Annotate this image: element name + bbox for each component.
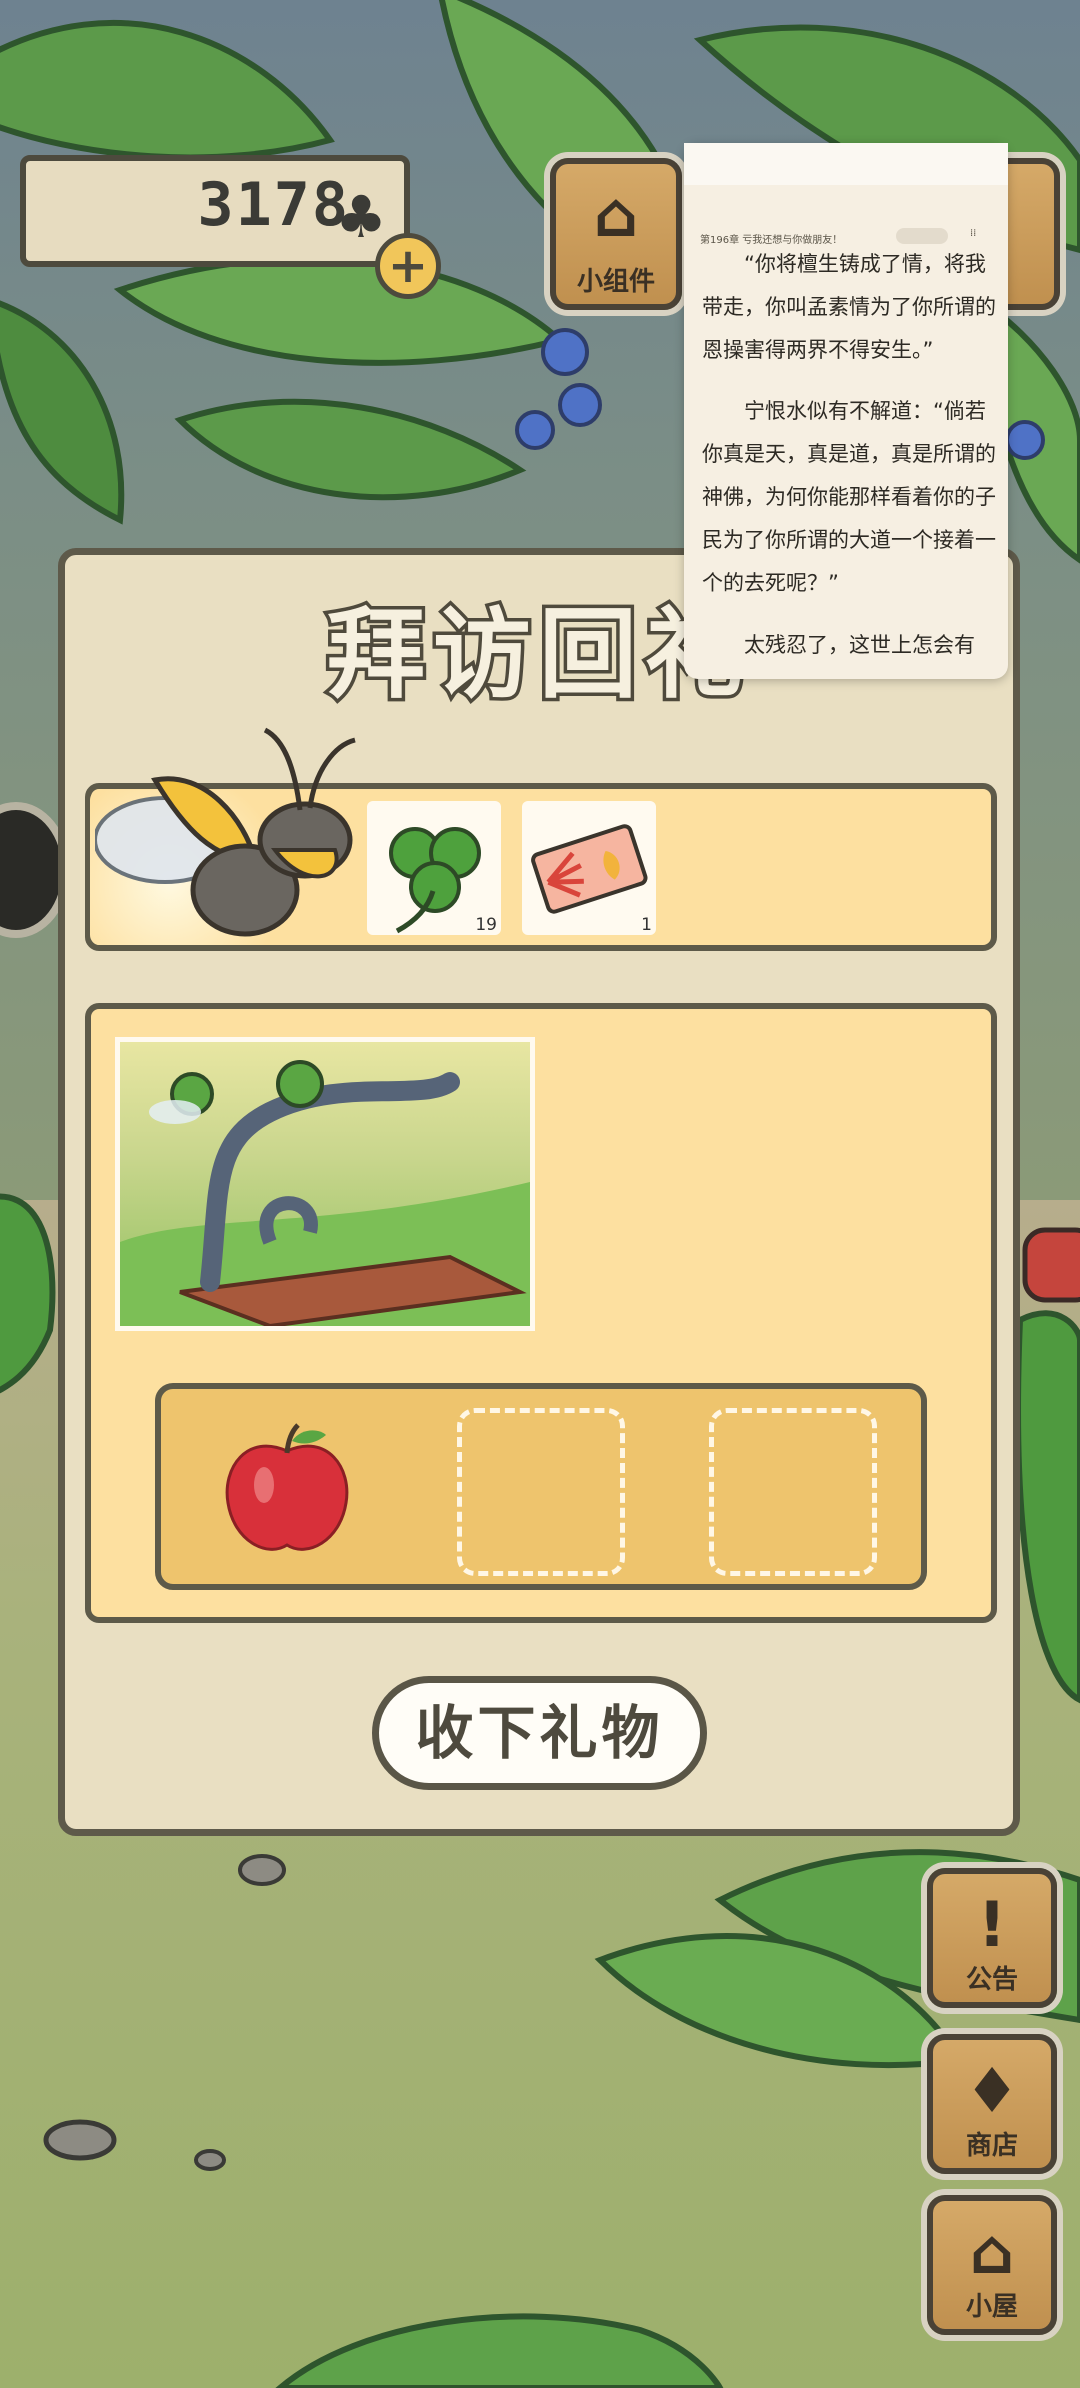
- ticket-item-icon: [531, 824, 648, 914]
- clover-icon: ♣: [335, 183, 387, 251]
- widget-button-label: 小组件: [576, 267, 655, 297]
- reader-coin-pill[interactable]: [896, 228, 948, 244]
- notice-button[interactable]: ! 公告: [927, 1868, 1057, 2008]
- reader-paragraph-2: 宁恨水似有不解道：“倘若你真是天，真是道，真是所谓的神佛，为何你能那样看着你的子…: [702, 399, 996, 595]
- travel-photo[interactable]: [115, 1037, 535, 1331]
- firefly-visitor-icon: [95, 727, 356, 937]
- reader-more-icon[interactable]: ⁞⁞: [970, 228, 976, 239]
- house-label: 小屋: [965, 2292, 1018, 2322]
- visitor-item-ticket: 1: [522, 801, 656, 935]
- exclamation-icon: !: [977, 1888, 1007, 1961]
- add-clover-button[interactable]: +: [375, 233, 441, 299]
- house-button[interactable]: ⌂ 小屋: [927, 2195, 1057, 2335]
- widget-button[interactable]: ⌂ 小组件: [550, 158, 682, 310]
- notice-label: 公告: [965, 1965, 1018, 1995]
- clover-item-count: 19: [475, 915, 497, 935]
- shop-bag-icon: ♦: [964, 2054, 1020, 2127]
- clover-count-value: 3178: [197, 170, 350, 240]
- empty-gift-slot-2[interactable]: [709, 1408, 877, 1576]
- photo-scene-image: [120, 1060, 530, 1326]
- widget-icon: ⌂: [593, 178, 639, 251]
- reader-top-bar: [684, 143, 1008, 185]
- ticket-item-count: 1: [641, 915, 652, 935]
- apple-icon[interactable]: [222, 1423, 352, 1558]
- empty-gift-slot-1[interactable]: [457, 1408, 625, 1576]
- shop-button[interactable]: ♦ 商店: [927, 2034, 1057, 2174]
- visitor-item-clover: 19: [367, 801, 501, 935]
- reader-paragraph-1: “你将檀生铸成了情，将我带走，你叫孟素情为了你所谓的恩操害得两界不得安生。”: [702, 252, 996, 362]
- house-icon: ⌂: [969, 2215, 1015, 2288]
- accept-gift-button[interactable]: 收下礼物: [372, 1676, 707, 1790]
- shop-label: 商店: [965, 2131, 1018, 2161]
- reader-paragraph-3: 太残忍了，这世上怎会有: [744, 633, 975, 657]
